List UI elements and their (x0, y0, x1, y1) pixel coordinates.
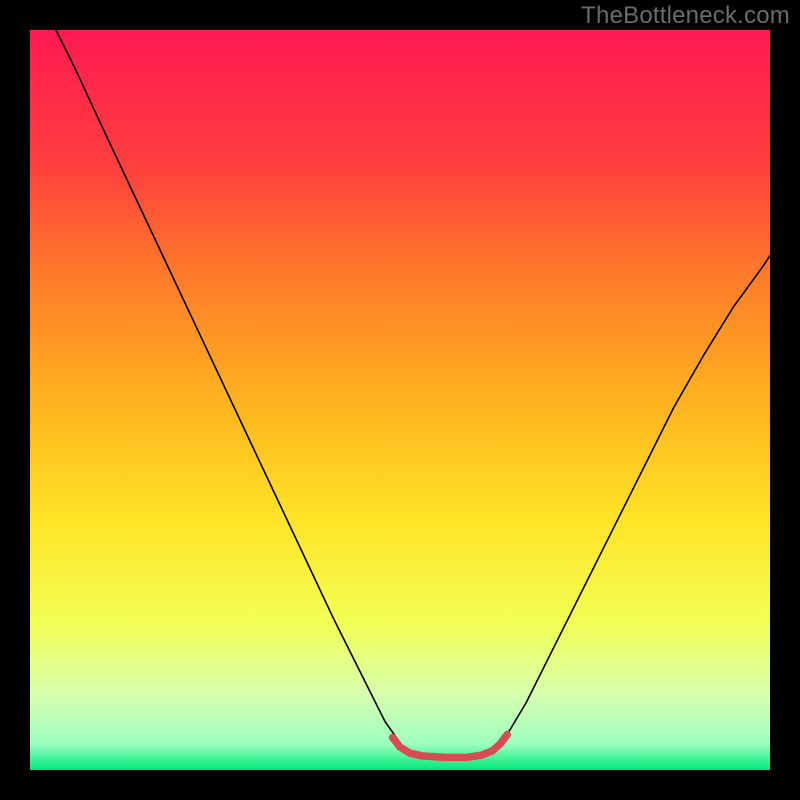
plot-svg (30, 30, 770, 770)
gradient-background (30, 30, 770, 770)
chart-stage: TheBottleneck.com (0, 0, 800, 800)
watermark-text: TheBottleneck.com (581, 2, 790, 30)
plot-area (30, 30, 770, 770)
